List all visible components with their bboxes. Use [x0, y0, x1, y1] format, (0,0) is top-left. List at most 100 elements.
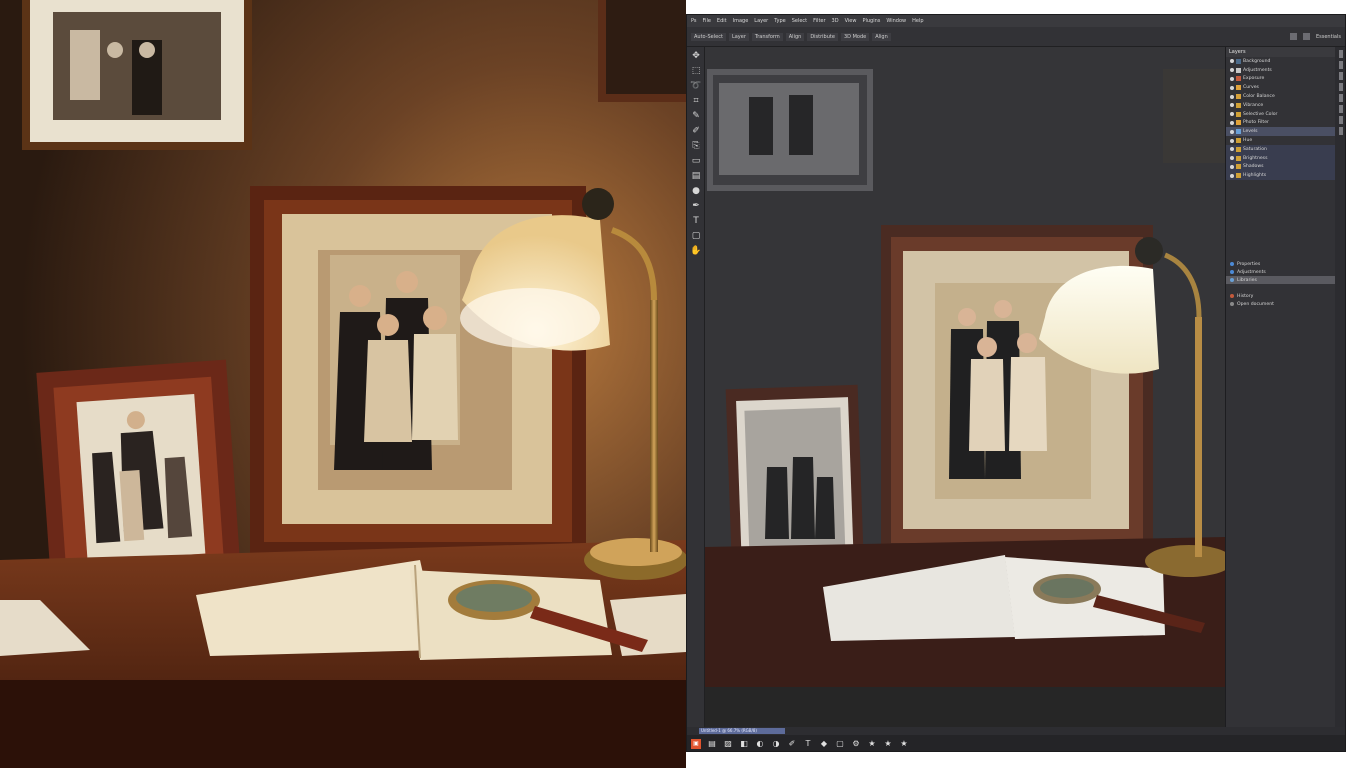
panel-row[interactable]: Adjustments	[1226, 268, 1335, 276]
panel-icon[interactable]	[1339, 105, 1343, 113]
panel-icon[interactable]	[1339, 94, 1343, 102]
visibility-eye-icon[interactable]	[1230, 147, 1234, 152]
menu-help[interactable]: Help	[912, 18, 923, 24]
star-icon[interactable]: ★	[867, 739, 877, 749]
layer-row[interactable]: Brightness	[1226, 153, 1335, 163]
visibility-eye-icon[interactable]	[1230, 112, 1234, 117]
gradient-icon[interactable]: ▤	[690, 170, 702, 182]
brush-icon[interactable]: ✐	[787, 739, 797, 749]
document-canvas[interactable]	[705, 47, 1225, 727]
panel-row[interactable]: History	[1226, 292, 1335, 300]
frame-icon[interactable]: ▢	[835, 739, 845, 749]
panel-icon[interactable]	[1339, 116, 1343, 124]
panel-icon[interactable]	[1339, 83, 1343, 91]
shape-icon[interactable]: ▢	[690, 230, 702, 242]
visibility-eye-icon[interactable]	[1230, 85, 1234, 90]
option-align[interactable]: Align	[785, 32, 805, 41]
dodge-icon[interactable]: ●	[690, 185, 702, 197]
workspace-selector[interactable]: Essentials	[1316, 34, 1341, 40]
layer-row[interactable]: Background	[1226, 57, 1335, 66]
menu-app[interactable]: Ps	[691, 18, 697, 24]
lasso-icon[interactable]: ➰	[690, 80, 702, 92]
app-icon[interactable]: ▣	[691, 739, 701, 749]
settings-icon[interactable]: ⚙	[851, 739, 861, 749]
search-icon[interactable]	[1289, 33, 1297, 40]
panel-row[interactable]: Libraries	[1226, 276, 1335, 285]
visibility-eye-icon[interactable]	[1230, 59, 1234, 64]
menu-3d[interactable]: 3D	[832, 18, 839, 24]
layer-row[interactable]: Adjustments	[1226, 66, 1335, 75]
layers-icon[interactable]: ◧	[739, 739, 749, 749]
option-auto-select[interactable]: Auto-Select	[691, 32, 726, 41]
menu-layer[interactable]: Layer	[754, 18, 768, 24]
visibility-eye-icon[interactable]	[1230, 120, 1234, 125]
panel-row[interactable]: Open document	[1226, 300, 1335, 308]
option-3d-mode[interactable]: 3D Mode	[840, 32, 870, 41]
visibility-eye-icon[interactable]	[1230, 103, 1234, 108]
layer-row[interactable]: Color Balance	[1226, 92, 1335, 101]
star-icon[interactable]: ★	[899, 739, 909, 749]
visibility-eye-icon[interactable]	[1230, 164, 1234, 169]
star-icon[interactable]: ★	[883, 739, 893, 749]
adjust-icon[interactable]: ◐	[755, 739, 765, 749]
option-distribute[interactable]: Distribute	[807, 32, 838, 41]
crop-icon[interactable]: ⌗	[690, 95, 702, 107]
menu-view[interactable]: View	[845, 18, 857, 24]
shape-icon[interactable]: ◆	[819, 739, 829, 749]
visibility-eye-icon[interactable]	[1230, 76, 1234, 81]
mask-icon[interactable]: ◑	[771, 739, 781, 749]
folder-icon[interactable]: ▤	[707, 739, 717, 749]
menu-edit[interactable]: Edit	[717, 18, 727, 24]
visibility-eye-icon[interactable]	[1230, 173, 1234, 178]
menu-plugins[interactable]: Plugins	[862, 18, 880, 24]
row-label: Libraries	[1237, 277, 1257, 283]
marquee-icon[interactable]: ⬚	[690, 65, 702, 77]
hand-icon[interactable]: ✋	[690, 245, 702, 257]
layer-row[interactable]: Saturation	[1226, 144, 1335, 154]
panel-row[interactable]: Properties	[1226, 260, 1335, 268]
pen-icon[interactable]: ✒	[690, 200, 702, 212]
menu-filter[interactable]: Filter	[813, 18, 825, 24]
layer-thumbnail	[1236, 173, 1241, 179]
menu-select[interactable]: Select	[792, 18, 807, 24]
panel-icon[interactable]	[1339, 127, 1343, 135]
visibility-eye-icon[interactable]	[1230, 129, 1234, 134]
layer-row[interactable]: Levels	[1226, 127, 1335, 137]
layer-thumbnail	[1236, 58, 1241, 64]
menu-window[interactable]: Window	[886, 18, 906, 24]
option-transform[interactable]: Transform	[751, 32, 783, 41]
layer-row[interactable]: Selective Color	[1226, 110, 1335, 119]
option-align-2[interactable]: Align	[872, 32, 891, 41]
layer-row[interactable]: Vibrance	[1226, 101, 1335, 110]
layer-thumbnail	[1236, 120, 1241, 126]
layer-row[interactable]: Highlights	[1226, 171, 1335, 181]
layer-row[interactable]: Shadows	[1226, 162, 1335, 172]
layer-row[interactable]: Curves	[1226, 83, 1335, 92]
panel-icon[interactable]	[1339, 50, 1343, 58]
document-tab[interactable]: Untitled-1 @ 66.7% (RGB/8)	[699, 728, 785, 734]
visibility-eye-icon[interactable]	[1230, 156, 1234, 161]
panel-icon[interactable]	[1339, 72, 1343, 80]
clone-icon[interactable]: ⎘	[690, 140, 702, 152]
eyedropper-icon[interactable]: ✎	[690, 110, 702, 122]
brush-icon[interactable]: ✐	[690, 125, 702, 137]
type-icon[interactable]: T	[690, 215, 702, 227]
option-layer[interactable]: Layer	[728, 32, 749, 41]
layer-row[interactable]: Exposure	[1226, 75, 1335, 84]
layer-thumbnail	[1236, 85, 1241, 91]
menu-image[interactable]: Image	[733, 18, 749, 24]
image-icon[interactable]: ▨	[723, 739, 733, 749]
visibility-eye-icon[interactable]	[1230, 68, 1234, 73]
panel-icon[interactable]	[1339, 61, 1343, 69]
row-label: Selective Color	[1243, 111, 1278, 117]
text-icon[interactable]: T	[803, 739, 813, 749]
menu-type[interactable]: Type	[774, 18, 785, 24]
eraser-icon[interactable]: ▭	[690, 155, 702, 167]
share-icon[interactable]	[1302, 33, 1310, 40]
visibility-eye-icon[interactable]	[1230, 138, 1234, 143]
visibility-eye-icon[interactable]	[1230, 94, 1234, 99]
menu-file[interactable]: File	[703, 18, 711, 24]
layer-row[interactable]: Photo Filter	[1226, 119, 1335, 128]
layer-row[interactable]: Hue	[1226, 136, 1335, 145]
move-icon[interactable]: ✥	[690, 50, 702, 62]
